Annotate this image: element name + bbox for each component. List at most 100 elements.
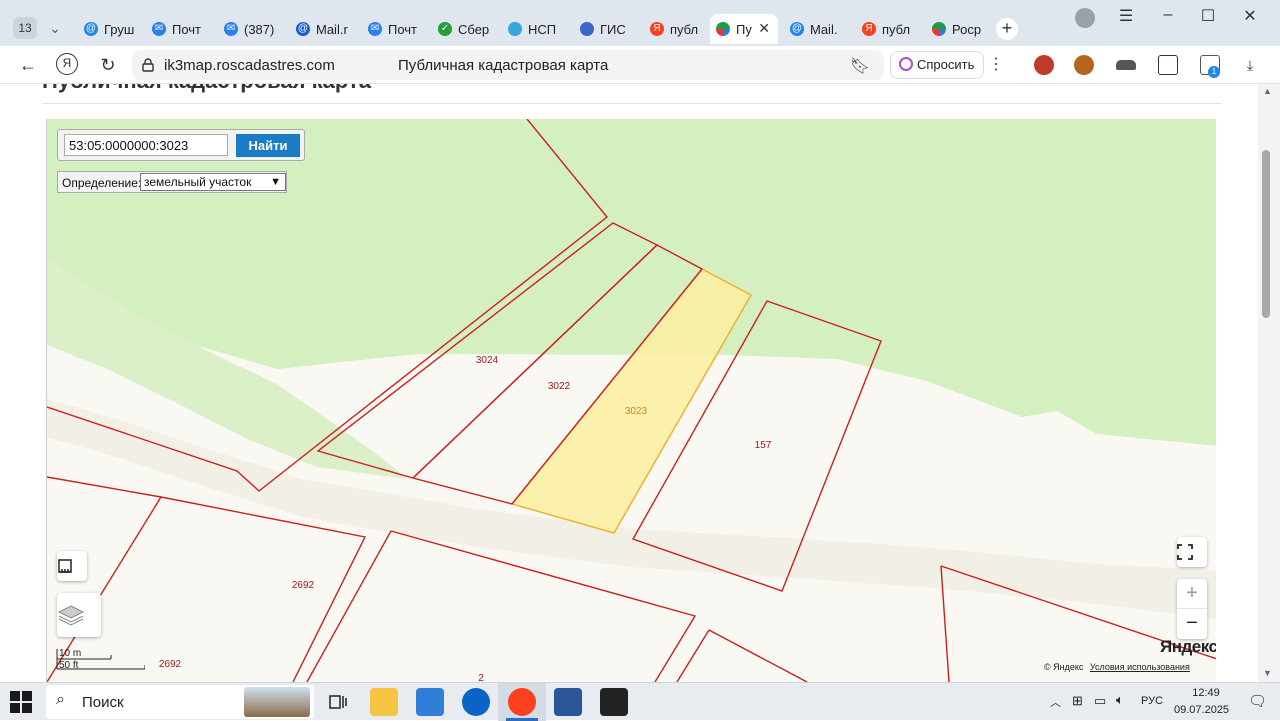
parcel-boundary-south[interactable] xyxy=(708,629,808,682)
tab-label: публ xyxy=(882,21,911,37)
yandex-browser-icon xyxy=(508,688,536,716)
more-vertical-icon[interactable]: ⋮ xyxy=(988,54,1004,74)
extension-hat-icon[interactable] xyxy=(1116,60,1136,70)
extension-stamp-icon[interactable] xyxy=(1034,55,1054,75)
browser-menu-icon[interactable]: ☰ xyxy=(1116,6,1136,28)
address-bar[interactable]: ik3map.roscadastres.com Публичная кадаст… xyxy=(132,50,884,80)
copyright-text: © Яндекс xyxy=(1044,662,1084,672)
ruler-button[interactable] xyxy=(57,551,87,581)
tab-7[interactable]: ГИС xyxy=(574,14,640,44)
mail-ru-icon: @ xyxy=(296,22,310,36)
tab-label: Mail.r xyxy=(316,21,348,37)
outlook-icon[interactable] xyxy=(462,688,490,716)
windows-start-icon[interactable] xyxy=(10,691,32,713)
rosreestr-icon xyxy=(932,22,946,36)
layers-button[interactable] xyxy=(57,593,101,637)
microsoft-store-icon[interactable] xyxy=(416,688,444,716)
terms-of-use-link[interactable]: Условия использования xyxy=(1090,662,1190,672)
word-icon[interactable] xyxy=(554,688,582,716)
yandex-logo: Яндекс xyxy=(1160,637,1216,656)
extension-badge: 1 xyxy=(1208,66,1220,78)
extension-stamp-icon[interactable] xyxy=(1074,55,1094,75)
yandex-icon: Я xyxy=(862,22,876,36)
tab-2[interactable]: ✉ (387) xyxy=(218,14,284,44)
zoom-in-button[interactable]: + xyxy=(1177,579,1207,609)
tab-12[interactable]: Роср xyxy=(926,14,992,44)
parcel-label: 2692 xyxy=(159,659,182,670)
tab-count-badge[interactable]: 13 xyxy=(13,17,37,39)
cadastral-map[interactable]: 3024 3022 3023 157 2692 2692 2 Найти Опр… xyxy=(46,119,1216,682)
yandex-browser-taskbar-active[interactable] xyxy=(498,683,546,721)
url-host: ik3map.roscadastres.com xyxy=(164,57,335,74)
scrollbar-thumb[interactable] xyxy=(1262,150,1270,318)
alice-icon xyxy=(899,57,913,71)
close-tab-icon[interactable]: ✕ xyxy=(758,20,770,37)
tab-label: ГИС xyxy=(600,21,626,37)
search-highlight-image xyxy=(244,687,310,717)
system-tray: ︿ ⊞ ▭ 🔈︎ РУС 12:49 09.07.2025 🗨︎ xyxy=(1044,683,1280,721)
new-tab-plus-icon[interactable]: + xyxy=(996,18,1018,40)
zoom-out-button[interactable]: − xyxy=(1177,609,1207,639)
page-scrollbar[interactable]: ▲ ▼ xyxy=(1258,84,1280,682)
tab-10[interactable]: @ Mail. xyxy=(784,14,850,44)
mail-envelope-icon: ✉ xyxy=(368,22,382,36)
yandex-icon: Я xyxy=(650,22,664,36)
cadastral-number-input[interactable] xyxy=(64,134,228,156)
tab-6[interactable]: НСП xyxy=(502,14,568,44)
tab-3[interactable]: @ Mail.r xyxy=(290,14,358,44)
cadastral-search-panel: Найти xyxy=(57,129,305,161)
back-arrow-icon[interactable]: ← xyxy=(16,54,40,76)
tab-1[interactable]: ✉ Почт xyxy=(146,14,212,44)
tab-list-chevron-icon[interactable]: ⌄ xyxy=(44,16,66,40)
lock-icon xyxy=(142,58,154,72)
minimize-window-icon[interactable]: – xyxy=(1158,6,1178,28)
tab-4[interactable]: ✉ Почт xyxy=(362,14,428,44)
7zip-icon[interactable] xyxy=(600,688,628,716)
maximize-window-icon[interactable]: ☐ xyxy=(1198,6,1218,28)
scroll-up-arrow-icon[interactable]: ▲ xyxy=(1263,86,1272,96)
volume-icon[interactable]: 🔈︎ xyxy=(1116,692,1124,708)
tab-8[interactable]: Япубл xyxy=(644,14,708,44)
search-icon: ⌕ xyxy=(56,691,65,708)
download-arrow-icon[interactable]: ⤓ xyxy=(1238,54,1262,76)
scroll-down-arrow-icon[interactable]: ▼ xyxy=(1263,668,1272,678)
input-language[interactable]: РУС xyxy=(1141,695,1163,707)
bookmark-icon[interactable]: 🔖︎ xyxy=(850,56,870,76)
parcel-boundary-2-west[interactable] xyxy=(306,530,392,682)
definition-panel: Определение: земельный участок ▼ xyxy=(57,171,287,193)
file-explorer-icon[interactable] xyxy=(370,688,398,716)
mail-at-icon: @ xyxy=(790,22,804,36)
definition-select[interactable]: земельный участок ▼ xyxy=(140,173,286,191)
tab-0[interactable]: @ Груш xyxy=(78,14,142,44)
windows-taskbar: ⌕ Поиск ︿ ⊞ ▭ 🔈︎ РУС 12:49 09.07.2025 🗨︎ xyxy=(0,682,1280,721)
notifications-icon[interactable]: 🗨︎ xyxy=(1248,692,1267,710)
fullscreen-icon xyxy=(1177,544,1193,560)
definition-label: Определение: xyxy=(62,176,142,190)
clock-time[interactable]: 12:49 xyxy=(1186,687,1226,699)
reload-icon[interactable]: ↻ xyxy=(96,54,120,76)
ask-alice-button[interactable]: Спросить xyxy=(890,51,984,79)
yandex-home-icon[interactable]: Я xyxy=(56,53,78,75)
taskbar-search-box[interactable]: ⌕ Поиск xyxy=(46,685,314,719)
parcel-label: 3024 xyxy=(476,355,499,366)
parcel-label-selected: 3023 xyxy=(625,406,648,417)
task-view-icon[interactable] xyxy=(324,688,352,716)
tray-overflow-chevron-icon[interactable]: ︿ xyxy=(1050,694,1061,710)
map-scale: 10 m 50 ft xyxy=(55,645,145,681)
tab-5[interactable]: ✓ Сбер xyxy=(432,14,498,44)
ask-label: Спросить xyxy=(917,57,975,72)
fullscreen-button[interactable] xyxy=(1177,537,1207,567)
nspd-icon xyxy=(508,22,522,36)
mail-envelope-icon: ✉ xyxy=(152,22,166,36)
clock-date[interactable]: 09.07.2025 xyxy=(1174,704,1229,716)
sber-icon: ✓ xyxy=(438,22,452,36)
extensions-puzzle-icon[interactable] xyxy=(1158,55,1178,75)
network-icon[interactable]: ▭ xyxy=(1094,693,1106,709)
tab-9-active[interactable]: Пу ✕ xyxy=(710,14,778,44)
tab-11[interactable]: Япубл xyxy=(856,14,920,44)
map-canvas[interactable]: 3024 3022 3023 157 2692 2692 2 xyxy=(47,119,1216,682)
network-status-icon[interactable]: ⊞ xyxy=(1072,693,1083,709)
profile-avatar-icon[interactable] xyxy=(1075,8,1095,28)
close-window-icon[interactable]: ✕ xyxy=(1240,6,1260,28)
find-button[interactable]: Найти xyxy=(236,134,300,157)
